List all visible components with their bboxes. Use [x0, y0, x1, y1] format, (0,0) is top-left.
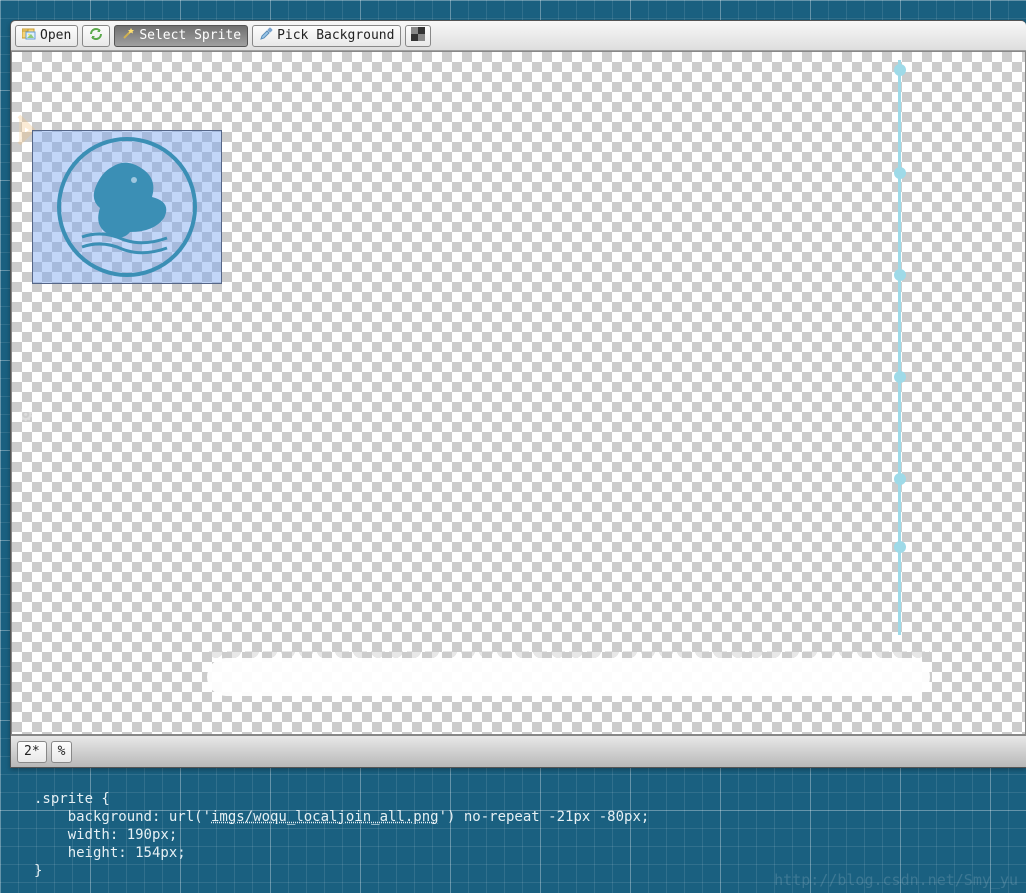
select-sprite-button[interactable]: Select Sprite: [114, 25, 248, 47]
sprite-tool-window: Open Select Sprite: [10, 20, 1026, 768]
track-dot[interactable]: [894, 64, 906, 76]
checkerboard-icon: [411, 27, 425, 45]
gear-icon: ⚙: [19, 402, 32, 427]
code-height: height: 154px;: [68, 845, 186, 861]
vertical-track: [898, 60, 901, 635]
css-output: .sprite { background: url('imgs/woqu_loc…: [34, 790, 649, 880]
code-bg-suffix: ') no-repeat -21px -80px;: [439, 809, 650, 825]
toolbar: Open Select Sprite: [11, 21, 1026, 51]
reload-button[interactable]: [82, 25, 110, 47]
track-dot[interactable]: [894, 167, 906, 179]
code-width: width: 190px;: [68, 827, 178, 843]
sprite-canvas[interactable]: ⚙: [11, 51, 1026, 735]
pick-background-button[interactable]: Pick Background: [252, 25, 401, 47]
sprite-selection-box[interactable]: [32, 130, 222, 284]
eyedropper-icon: [259, 27, 273, 45]
code-close: }: [34, 863, 42, 879]
zoom-label: 2*: [24, 744, 40, 759]
status-bar: 2* %: [11, 735, 1026, 767]
zoom-button[interactable]: 2*: [17, 741, 47, 763]
open-button[interactable]: Open: [15, 25, 78, 47]
code-bg-path: imgs/woqu_localjoin_all.png: [211, 809, 439, 825]
toggle-background-button[interactable]: [405, 25, 431, 47]
magic-wand-icon: [121, 27, 135, 45]
track-dot[interactable]: [894, 371, 906, 383]
track-dot[interactable]: [894, 269, 906, 281]
code-selector: .sprite {: [34, 791, 110, 807]
percent-button[interactable]: %: [51, 741, 73, 763]
bottom-shape: [207, 658, 930, 696]
code-bg-prefix: background: url(': [68, 809, 211, 825]
watermark: http://blog.csdn.net/Smy_yu: [774, 871, 1018, 889]
open-label: Open: [40, 28, 71, 43]
percent-label: %: [58, 744, 66, 759]
track-dot[interactable]: [894, 541, 906, 553]
track-dot[interactable]: [894, 473, 906, 485]
pick-background-label: Pick Background: [277, 28, 394, 43]
sprite-image: [57, 137, 197, 277]
folder-picture-icon: [22, 27, 36, 45]
select-sprite-label: Select Sprite: [139, 28, 241, 43]
reload-arrows-icon: [88, 27, 104, 45]
